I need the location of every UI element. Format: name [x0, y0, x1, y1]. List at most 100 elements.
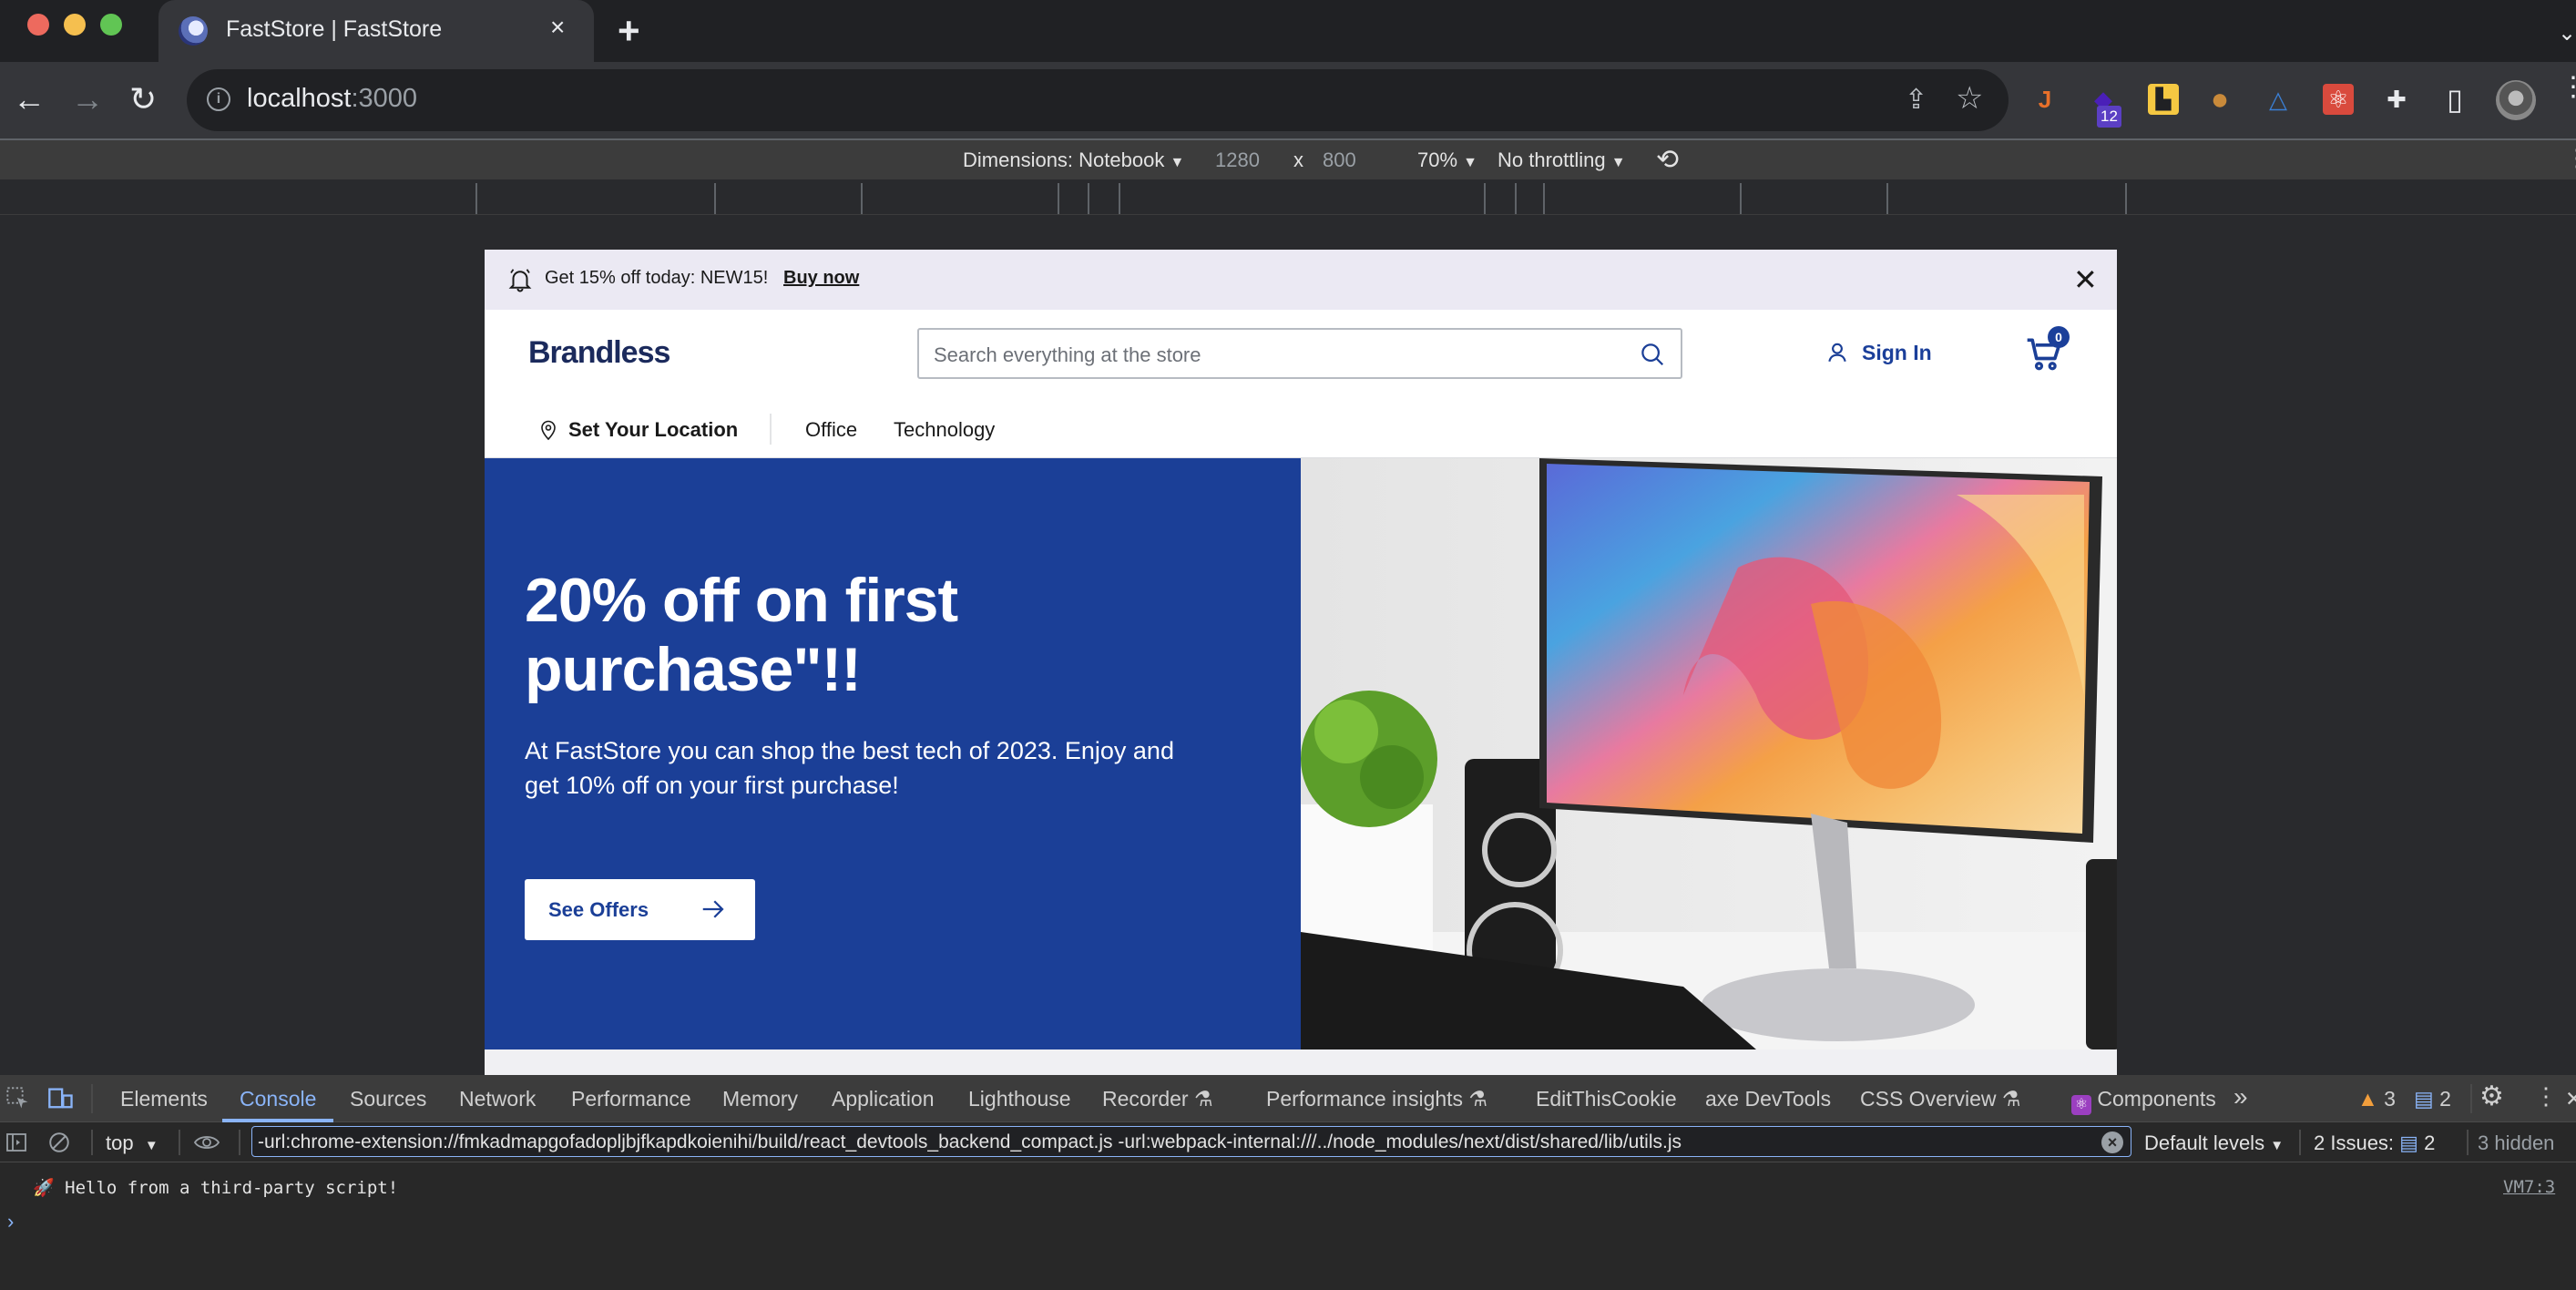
search-icon[interactable] [1639, 341, 1666, 368]
chrome-menu-icon[interactable]: ⋮ [2560, 74, 2576, 101]
store-page: Get 15% off today: NEW15! Buy now ✕ Bran… [485, 250, 2117, 1075]
rotate-icon[interactable]: ⟲ [1656, 144, 1679, 176]
hero-content: 20% off on first purchase"!! At FastStor… [485, 458, 1301, 1049]
ruler-tick [475, 183, 477, 214]
devtools-tab-components[interactable]: ⚛ Components [2071, 1087, 2216, 1115]
console-source-link[interactable]: VM7:3 [2503, 1177, 2555, 1197]
log-levels-dropdown[interactable]: Default levels ▼ [2144, 1131, 2284, 1155]
sign-in-button[interactable]: Sign In [1828, 341, 1932, 365]
ruler-tick [861, 183, 863, 214]
folder-extension-icon[interactable]: ▙ [2148, 84, 2179, 115]
tab-search-chevron-icon[interactable]: ⌄ [2558, 20, 2576, 46]
address-url[interactable]: localhost:3000 [247, 84, 417, 114]
device-toggle-icon[interactable] [47, 1086, 75, 1111]
devtools-tab-network[interactable]: Network [459, 1087, 536, 1111]
devtools-close-icon[interactable]: ✕ [2565, 1087, 2576, 1111]
reload-button[interactable]: ↻ [129, 80, 157, 118]
new-tab-button[interactable]: + [618, 9, 640, 53]
dropdown-arrow-icon: ▼ [144, 1138, 158, 1153]
hero-image [1301, 458, 2117, 1049]
buy-now-link[interactable]: Buy now [783, 268, 859, 289]
height-input[interactable]: 800 [1323, 148, 1356, 172]
device-toolbar-menu-icon[interactable]: ⋮ [2565, 144, 2576, 172]
hero-title: 20% off on first purchase"!! [525, 566, 958, 704]
window-close-button[interactable] [27, 14, 49, 36]
times-label: x [1293, 148, 1303, 171]
width-input[interactable]: 1280 [1215, 148, 1260, 172]
hidden-messages-count: 3 hidden [2478, 1131, 2555, 1154]
window-minimize-button[interactable] [64, 14, 86, 36]
share-icon[interactable]: ⇪ [1905, 84, 1927, 116]
window-maximize-button[interactable] [100, 14, 122, 36]
devtools-tab-console[interactable]: Console [240, 1087, 316, 1111]
cookie-extension-icon[interactable]: ● [2204, 84, 2235, 115]
warnings-counter[interactable]: ▲ 3 [2357, 1087, 2396, 1111]
back-button[interactable]: ← [13, 80, 46, 118]
devtools-tab-performance[interactable]: Performance [571, 1087, 691, 1111]
url-port: :3000 [351, 84, 418, 113]
more-tabs-button[interactable]: » [2234, 1082, 2248, 1111]
console-filter-input[interactable]: -url:chrome-extension://fmkadmapgofadopl… [251, 1126, 2131, 1157]
ruler-tick [1740, 183, 1742, 214]
devtools-tab-css-overview[interactable]: CSS Overview ⚗ [1860, 1087, 2021, 1111]
arrow-right-icon [702, 900, 724, 918]
inspect-element-icon[interactable] [5, 1086, 31, 1111]
store-header: Brandless Search everything at the store… [485, 310, 2117, 401]
live-expression-eye-icon[interactable] [193, 1131, 220, 1154]
tab-divider [91, 1084, 93, 1113]
clear-console-icon[interactable] [47, 1131, 71, 1154]
nav-link-office[interactable]: Office [805, 418, 857, 442]
media-query-ruler[interactable] [0, 179, 2576, 215]
throttling-dropdown[interactable]: No throttling ▼ [1498, 148, 1626, 172]
browser-toolbar: ← → ↻ i localhost:3000 ⇪ ☆ J ◆ 12 ▙ ● △ … [0, 62, 2576, 138]
ruler-tick [1484, 183, 1486, 214]
alert-close-icon[interactable]: ✕ [2073, 262, 2098, 297]
forward-button[interactable]: → [71, 80, 104, 118]
zoom-dropdown[interactable]: 70% ▼ [1417, 148, 1477, 172]
address-bar[interactable]: i localhost:3000 ⇪ ☆ [187, 69, 2009, 131]
devtools-tab-axe[interactable]: axe DevTools [1705, 1087, 1831, 1111]
extensions-puzzle-icon[interactable]: ✚ [2381, 84, 2412, 115]
side-panel-icon[interactable]: ▯ [2439, 84, 2470, 115]
bookmark-star-icon[interactable]: ☆ [1956, 80, 1983, 117]
devtools-tab-elements[interactable]: Elements [120, 1087, 208, 1111]
devtools-tab-editthiscookie[interactable]: EditThisCookie [1536, 1087, 1677, 1111]
issue-message-icon: ▤ [2399, 1131, 2418, 1154]
browser-tab-active[interactable]: FastStore | FastStore × [158, 0, 594, 62]
react-devtools-extension-icon[interactable]: ⚛ [2323, 84, 2354, 115]
console-sidebar-icon[interactable] [5, 1131, 27, 1153]
ruler-tick [2125, 183, 2127, 214]
devtools-menu-icon[interactable]: ⋮ [2534, 1082, 2558, 1111]
devtools-tab-application[interactable]: Application [832, 1087, 935, 1111]
axe-extension-icon[interactable]: △ [2263, 84, 2294, 115]
devtools-settings-icon[interactable]: ⚙ [2479, 1080, 2504, 1112]
hook-extension-icon[interactable]: J [2029, 84, 2060, 115]
issues-button[interactable]: 2 Issues: ▤ 2 [2314, 1131, 2435, 1155]
nav-link-technology[interactable]: Technology [894, 418, 995, 442]
warning-icon: ▲ [2357, 1087, 2378, 1111]
devtools-tab-performance-insights[interactable]: Performance insights ⚗ [1266, 1087, 1487, 1111]
dimensions-dropdown[interactable]: Dimensions: Notebook ▼ [963, 148, 1184, 172]
tab-close-icon[interactable]: × [550, 13, 565, 42]
ruler-tick [1058, 183, 1059, 214]
url-host: localhost [247, 84, 352, 113]
filter-divider [239, 1130, 240, 1155]
profile-avatar[interactable] [2496, 80, 2536, 120]
see-offers-button[interactable]: See Offers [525, 879, 755, 940]
site-info-icon[interactable]: i [207, 87, 230, 111]
devtools-tab-lighthouse[interactable]: Lighthouse [968, 1087, 1071, 1111]
user-icon [1828, 343, 1846, 363]
devtools-tab-memory[interactable]: Memory [722, 1087, 798, 1111]
device-toolbar: Dimensions: Notebook ▼ 1280 x 800 70% ▼ … [0, 138, 2576, 179]
context-selector[interactable]: top ▼ [106, 1131, 158, 1155]
console-prompt[interactable]: › [7, 1210, 14, 1234]
cart-count-badge: 0 [2048, 326, 2070, 348]
messages-counter[interactable]: ▤ 2 [2414, 1087, 2451, 1111]
set-location-button[interactable]: Set Your Location [568, 418, 738, 442]
devtools-tab-sources[interactable]: Sources [350, 1087, 426, 1111]
search-input[interactable]: Search everything at the store [917, 328, 1682, 379]
store-logo[interactable]: Brandless [528, 335, 670, 371]
hero-subtitle: At FastStore you can shop the best tech … [525, 737, 1174, 799]
devtools-tab-recorder[interactable]: Recorder ⚗ [1102, 1087, 1213, 1111]
clear-filter-icon[interactable]: × [2101, 1131, 2123, 1153]
